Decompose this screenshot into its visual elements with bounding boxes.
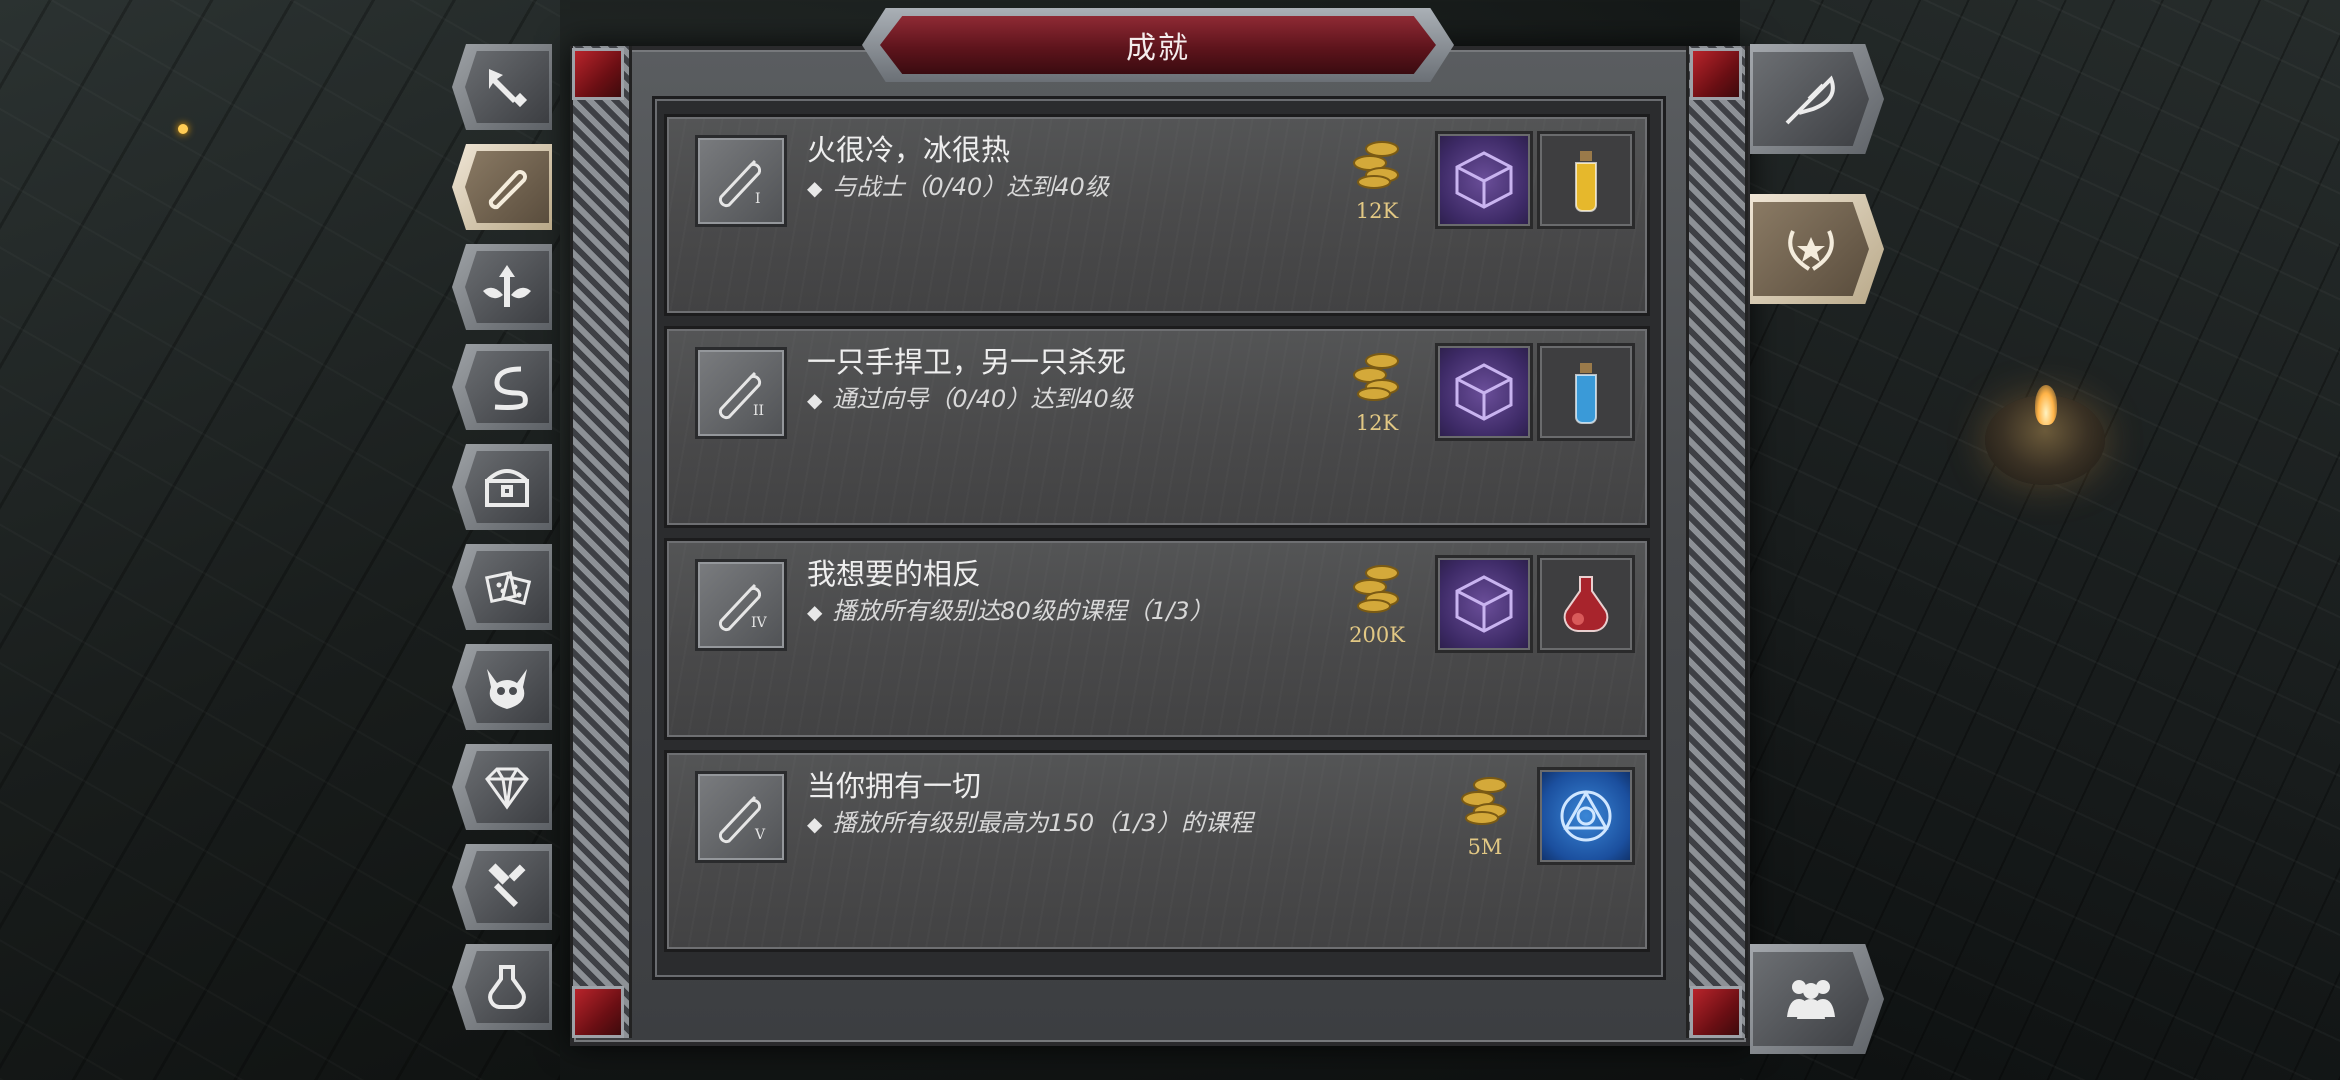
hammer-icon [488, 863, 526, 908]
celtic-border-right [1686, 46, 1748, 1038]
gold-reward: 200K [1337, 559, 1417, 669]
diamond-bullet-icon: ◆ [807, 812, 823, 836]
tab-skills[interactable] [452, 244, 552, 330]
achievement-row[interactable]: II 一只手捍卫，另一只杀死 ◆ 通过向导（0/40）达到40级 12K [664, 326, 1650, 528]
achievement-row[interactable]: I 火很冷，冰很热 ◆ 与战士（0/40）达到40级 12K [664, 114, 1650, 316]
svg-text:IV: IV [751, 615, 768, 631]
brazier-flame [2035, 385, 2057, 425]
achievement-desc: ◆ 播放所有级别达80级的课程（1/3） [807, 597, 1214, 625]
potion-icon [488, 965, 526, 1009]
tab-inventory[interactable] [452, 444, 552, 530]
party-icon [1787, 980, 1835, 1019]
blue-rune-icon[interactable] [1537, 767, 1635, 865]
dice-icon [484, 570, 532, 606]
gold-reward: 12K [1337, 347, 1417, 457]
tab-journal[interactable] [1750, 44, 1884, 154]
gem-icon [485, 767, 529, 810]
broken-sword-icon [489, 69, 528, 108]
tab-equipment[interactable] [452, 44, 552, 130]
tab-party[interactable] [1750, 944, 1884, 1054]
purple-cube-icon[interactable] [1435, 131, 1533, 229]
serpent-icon [494, 366, 528, 410]
torch-spark [178, 124, 188, 134]
achievement-desc: ◆ 通过向导（0/40）达到40级 [807, 385, 1133, 413]
gold-reward: 5M [1445, 771, 1525, 881]
gold-coins-icon [1461, 777, 1507, 825]
treasure-chest-icon [485, 469, 529, 507]
scroll-icon [488, 170, 527, 210]
achievement-title: 当你拥有一切 [807, 769, 982, 803]
gold-amount: 5M [1467, 835, 1503, 859]
scroll-v-icon: V [695, 771, 787, 863]
gold-coins-icon [1353, 565, 1399, 613]
yellow-potion-icon[interactable] [1537, 131, 1635, 229]
gold-reward: 12K [1337, 135, 1417, 245]
quill-icon [1785, 75, 1835, 125]
achievement-desc: ◆ 播放所有级别最高为150（1/3）的课程 [807, 809, 1253, 837]
tab-pets[interactable] [452, 344, 552, 430]
scroll-iv-icon: IV [695, 559, 787, 651]
laurel-star-icon [1788, 230, 1834, 271]
svg-text:II: II [753, 403, 764, 419]
achievement-row[interactable]: V 当你拥有一切 ◆ 播放所有级别最高为150（1/3）的课程 5M [664, 750, 1650, 952]
tab-crafting[interactable] [452, 844, 552, 930]
dungeon-background-right [1740, 0, 2340, 1080]
gold-coins-icon [1353, 353, 1399, 401]
blue-potion-icon[interactable] [1537, 343, 1635, 441]
scroll-i-icon: I [695, 135, 787, 227]
svg-text:I: I [755, 191, 761, 207]
tab-achievements-laurel[interactable] [1750, 194, 1884, 304]
gold-amount: 12K [1355, 411, 1399, 435]
gold-amount: 12K [1355, 199, 1399, 223]
scroll-ii-icon: II [695, 347, 787, 439]
achievement-row[interactable]: IV 我想要的相反 ◆ 播放所有级别达80级的课程（1/3） 200K [664, 538, 1650, 740]
achievement-title: 一只手捍卫，另一只杀死 [807, 345, 1127, 379]
panel-title: 成就 [880, 16, 1436, 74]
red-flask-icon[interactable] [1537, 555, 1635, 653]
svg-text:V: V [754, 827, 766, 843]
tab-gamble[interactable] [452, 544, 552, 630]
corner-ornament-bl [572, 986, 624, 1038]
gold-coins-icon [1353, 141, 1399, 189]
achievement-title: 火很冷，冰很热 [807, 133, 1011, 167]
corner-ornament-tr [1690, 48, 1742, 100]
gold-amount: 200K [1349, 623, 1405, 647]
corner-ornament-br [1690, 986, 1742, 1038]
diamond-bullet-icon: ◆ [807, 388, 823, 412]
celtic-border-left [570, 46, 632, 1038]
purple-cube-icon[interactable] [1435, 343, 1533, 441]
tab-bestiary[interactable] [452, 644, 552, 730]
winged-arrow-icon [483, 265, 531, 307]
diamond-bullet-icon: ◆ [807, 176, 823, 200]
achievement-title: 我想要的相反 [807, 557, 982, 591]
diamond-bullet-icon: ◆ [807, 600, 823, 624]
tab-alchemy[interactable] [452, 944, 552, 1030]
tab-achievements[interactable] [452, 144, 552, 230]
demon-skull-icon [487, 669, 527, 709]
corner-ornament-tl [572, 48, 624, 100]
tab-gems[interactable] [452, 744, 552, 830]
achievement-desc: ◆ 与战士（0/40）达到40级 [807, 173, 1109, 201]
purple-cube-icon[interactable] [1435, 555, 1533, 653]
